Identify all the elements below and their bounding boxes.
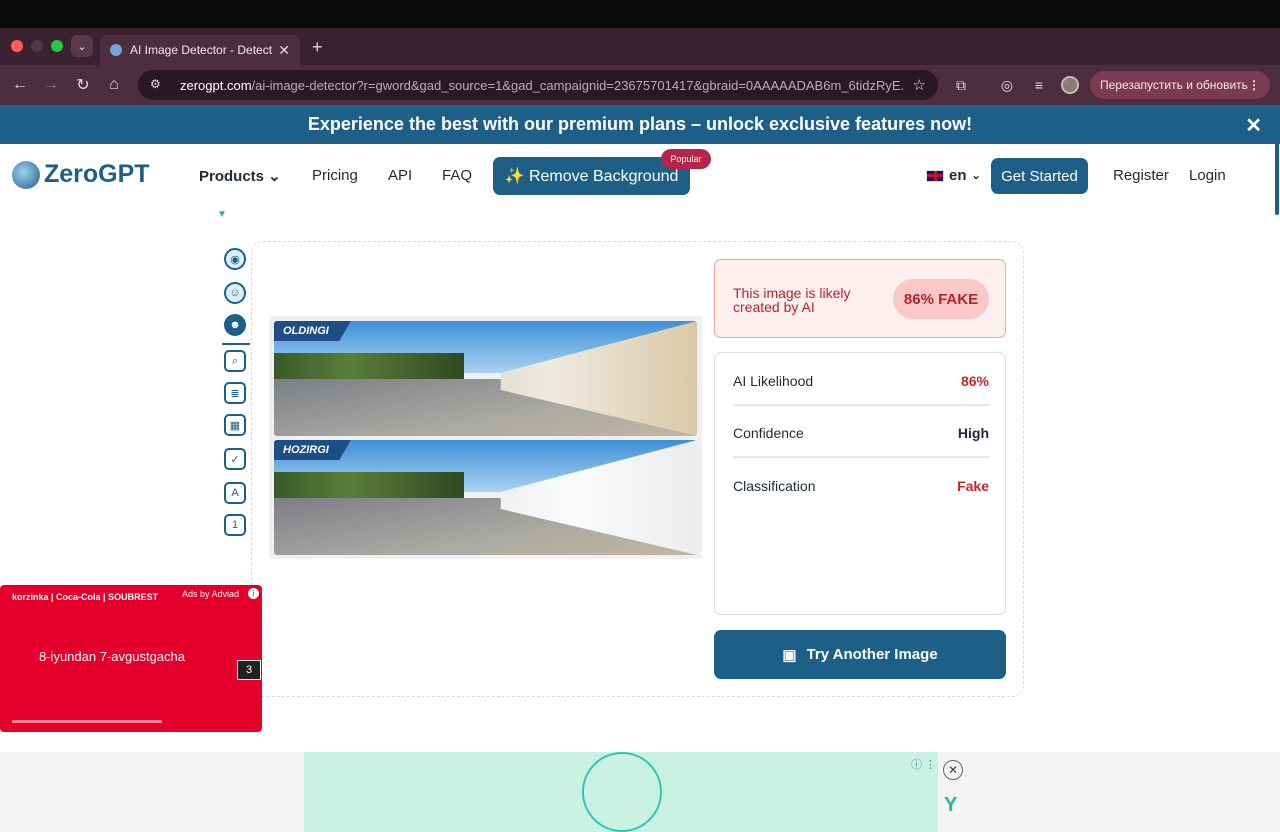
ad-info-icon[interactable]: i — [248, 588, 259, 599]
result-summary: This image is likely created by AI 86% F… — [714, 259, 1006, 338]
nav-login[interactable]: Login — [1189, 167, 1226, 184]
uk-flag-icon — [926, 169, 944, 182]
small-logo-icon: ▼ — [217, 209, 227, 220]
new-tab-button[interactable]: + — [312, 37, 323, 58]
browser-tab[interactable]: AI Image Detector - Detect AI ✕ — [100, 35, 300, 65]
summarizer-tool-icon[interactable]: ≣ — [224, 382, 246, 404]
result-details: AI Likelihood 86% Confidence High Classi… — [714, 352, 1006, 615]
ad-countdown: 3 — [237, 660, 261, 680]
advertisement-popup[interactable]: korzinka | Coca-Cola | SOUBREST Ads by A… — [0, 585, 262, 732]
nav-register[interactable]: Register — [1113, 167, 1169, 184]
home-icon[interactable]: ⌂ — [103, 74, 125, 96]
image-panel-before: OLDINGI — [274, 321, 697, 436]
url-path: /ai-image-detector?r=gword&gad_source=1&… — [251, 77, 903, 93]
word-counter-tool-icon[interactable]: 1 — [224, 514, 246, 536]
paraphraser-tool-icon[interactable]: ▦ — [224, 414, 246, 436]
stat-row: Confidence High — [733, 410, 989, 458]
plagiarism-tool-icon[interactable]: ⌕ — [224, 350, 246, 372]
browser-menu-icon[interactable]: ⋮ — [1248, 78, 1260, 92]
ad-close-icon[interactable]: ✕ — [943, 760, 963, 780]
url-domain: zerogpt.com — [180, 77, 252, 93]
remove-background-button[interactable]: ✨ Remove Background — [493, 157, 690, 195]
nav-faq[interactable]: FAQ — [442, 167, 472, 184]
banner-close-icon[interactable]: ✕ — [1245, 113, 1262, 138]
image-detector-tool-icon[interactable]: ☻ — [224, 314, 246, 336]
promo-banner-text: Experience the best with our premium pla… — [307, 114, 973, 134]
stat-value: High — [957, 425, 989, 441]
stat-label: Classification — [733, 478, 816, 494]
zerogpt-small-icon: Y — [944, 794, 958, 816]
nav-api[interactable]: API — [388, 167, 412, 184]
grammar-checker-tool-icon[interactable]: ✓ — [224, 448, 246, 470]
stat-label: AI Likelihood — [733, 373, 814, 389]
relaunch-label: Перезапустить и обновить — [1100, 78, 1248, 92]
tab-search-chevron-icon[interactable]: ⌄ — [71, 35, 93, 57]
forward-arrow-icon[interactable]: → — [40, 74, 62, 96]
stat-label: Confidence — [733, 425, 804, 441]
translator-tool-icon[interactable]: A — [224, 482, 246, 504]
window-maximize-button[interactable] — [51, 40, 63, 52]
stat-value: Fake — [957, 478, 989, 494]
humanizer-tool-icon[interactable]: ☺ — [224, 282, 246, 304]
window-close-button[interactable] — [11, 40, 23, 52]
zerogpt-logo[interactable]: ZeroGPT — [12, 160, 150, 189]
ad-choices-icon[interactable]: ⓘ ⋮ — [911, 756, 936, 772]
language-selector[interactable]: en ⌄ — [926, 167, 981, 184]
address-bar[interactable]: ⚙ zerogpt.com/ai-image-detector?r=gword&… — [138, 70, 938, 100]
relaunch-update-button[interactable]: Перезапустить и обновить ⋮ — [1090, 71, 1270, 99]
stat-row: Classification Fake — [733, 462, 989, 510]
reload-icon[interactable]: ↻ — [72, 74, 94, 96]
image-label-after: HOZIRGI — [274, 440, 351, 460]
stat-value: 86% — [960, 373, 989, 389]
tab-close-icon[interactable]: ✕ — [278, 42, 290, 59]
active-tool-indicator — [222, 343, 250, 345]
get-started-button[interactable]: Get Started — [991, 158, 1088, 194]
page-scrollbar[interactable] — [1275, 140, 1279, 215]
ad-dates: 8-iyundan 7-avgustgacha — [39, 649, 185, 664]
profile-avatar[interactable] — [1061, 76, 1079, 94]
nav-products[interactable]: Products ⌄ — [199, 167, 281, 185]
image-upload-icon: ▣ — [782, 646, 797, 664]
site-settings-icon[interactable]: ⚙ — [150, 77, 166, 93]
try-another-label: Try Another Image — [806, 646, 938, 663]
popular-badge: Popular — [661, 149, 711, 169]
ai-detector-tool-icon[interactable]: ◉ — [224, 248, 246, 270]
brand-name: ZeroGPT — [44, 160, 150, 188]
promo-banner: Experience the best with our premium pla… — [0, 105, 1280, 144]
bookmark-star-icon[interactable]: ☆ — [913, 76, 926, 94]
try-another-image-button[interactable]: ▣ Try Another Image — [714, 630, 1006, 679]
reading-list-icon[interactable]: ≡ — [1029, 75, 1049, 95]
tab-title: AI Image Detector - Detect AI — [130, 43, 273, 57]
site-favicon-icon — [110, 44, 122, 56]
ad-fine-print — [12, 720, 162, 723]
stat-row: AI Likelihood 86% — [733, 358, 989, 406]
extension-icon[interactable]: ◎ — [997, 75, 1017, 95]
ads-by-label: Ads by Adviad — [182, 589, 240, 599]
ad-brands: korzinka | Coca-Cola | SOUBREST — [12, 592, 159, 602]
image-panel-after: HOZIRGI — [274, 440, 697, 555]
image-label-before: OLDINGI — [274, 321, 351, 341]
result-message: This image is likely created by AI — [733, 285, 851, 315]
window-minimize-button[interactable] — [31, 40, 43, 52]
nav-pricing[interactable]: Pricing — [312, 167, 358, 184]
brain-logo-icon — [12, 160, 40, 189]
bottom-ad-banner[interactable]: ⓘ ⋮ ✕ Y — [0, 752, 1280, 832]
extensions-puzzle-icon[interactable]: ⧉ — [951, 75, 971, 95]
back-arrow-icon[interactable]: ← — [9, 74, 31, 96]
language-code: en — [949, 167, 967, 184]
screen-top-bar — [0, 0, 1280, 28]
chevron-down-icon: ⌄ — [971, 170, 981, 182]
fake-percentage-badge: 86% FAKE — [893, 279, 989, 319]
ad-circle-graphic — [582, 752, 662, 832]
